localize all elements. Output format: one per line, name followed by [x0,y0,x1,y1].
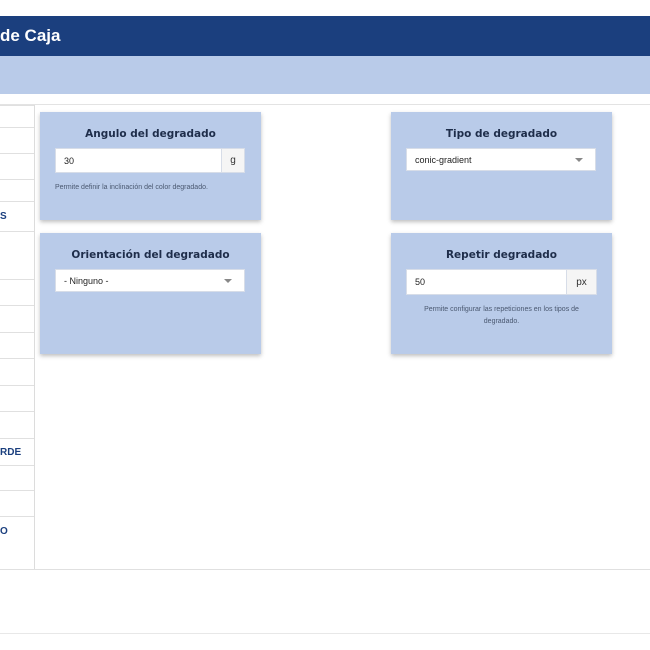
angle-card: Angulo del degradado 30 g Permite defini… [40,112,261,220]
help-text-line: degradado. [483,318,520,325]
card-title: Orientación del degradado [71,249,230,261]
sidebar-item[interactable] [0,411,34,438]
help-text: Permite definir la inclinación del color… [55,184,208,191]
sidebar: S RDE O [0,105,35,570]
sidebar-item[interactable]: RDE [0,438,34,465]
sidebar-item-active[interactable]: S [0,201,34,231]
sidebar-item[interactable] [0,153,34,179]
help-text-line: Permite configurar las repeticiones en l… [424,306,579,313]
angle-input[interactable]: 30 [55,148,222,173]
sub-header-bar [0,56,650,94]
sidebar-item[interactable] [0,358,34,385]
divider [0,633,650,634]
sidebar-item[interactable] [0,332,34,358]
repeat-input[interactable]: 50 [406,269,567,295]
sidebar-item[interactable] [0,490,34,516]
select-value: - Ninguno - [64,275,109,286]
help-text: Permite configurar las repeticiones en l… [391,304,612,328]
sidebar-item[interactable] [0,305,34,332]
app-header: de Caja [0,16,650,56]
repeat-unit-addon: px [566,269,597,295]
divider [0,569,650,570]
angle-unit-addon: g [221,148,245,173]
page-title: de Caja [0,26,61,45]
sidebar-item[interactable] [0,279,34,305]
gradient-type-card: Tipo de degradado conic-gradient [391,112,612,220]
select-value: conic-gradient [415,154,472,165]
divider [0,104,650,105]
card-title: Angulo del degradado [85,128,216,140]
card-title: Tipo de degradado [445,128,558,140]
sidebar-item[interactable]: O [0,516,34,546]
sidebar-item[interactable] [0,231,34,279]
sidebar-item[interactable] [0,465,34,490]
sidebar-item[interactable] [0,385,34,411]
card-title: Repetir degradado [445,249,558,261]
chevron-down-icon [575,157,583,162]
chevron-down-icon [224,278,232,283]
sidebar-item[interactable] [0,179,34,201]
orientation-card: Orientación del degradado - Ninguno - [40,233,261,354]
gradient-type-select[interactable]: conic-gradient [406,148,596,171]
orientation-select[interactable]: - Ninguno - [55,269,245,292]
repeat-card: Repetir degradado 50 px Permite configur… [391,233,612,354]
sidebar-item[interactable] [0,105,34,127]
sidebar-item[interactable] [0,127,34,153]
